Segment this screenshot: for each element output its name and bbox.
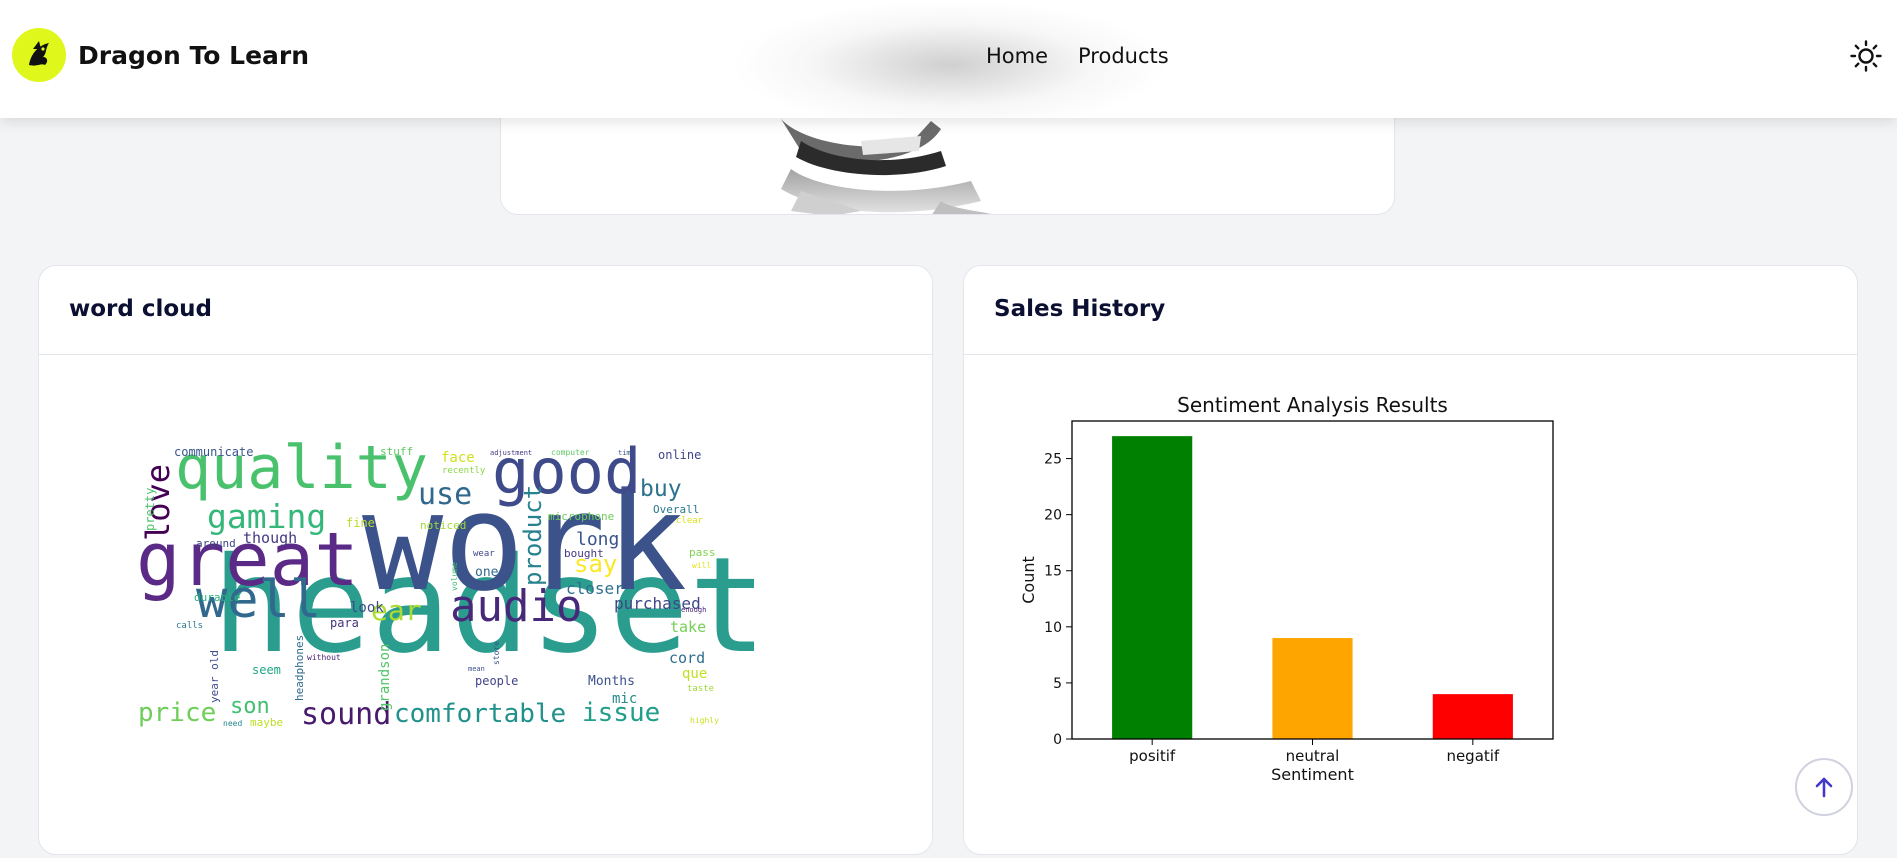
wc-word: microphone xyxy=(548,510,614,523)
arrow-up-icon xyxy=(1815,777,1833,798)
wc-word: bought xyxy=(564,547,604,560)
wc-word: headphones xyxy=(293,635,306,701)
sun-icon[interactable] xyxy=(1850,40,1882,72)
wc-word: mean xyxy=(468,665,485,673)
chart-x-axis-label: Sentiment xyxy=(1271,765,1354,784)
brand-name: Dragon To Learn xyxy=(78,40,310,70)
wc-word: stuff xyxy=(380,445,413,458)
wc-word: Months xyxy=(588,674,635,689)
site-header: Dragon To Learn Home Products xyxy=(0,0,1897,118)
wc-word: recently xyxy=(442,466,486,476)
wc-word: one xyxy=(475,565,499,580)
word-cloud-image: headset work great quality good well aud… xyxy=(136,441,754,732)
wc-word: adjustment xyxy=(490,449,532,457)
wc-word: time xyxy=(618,449,635,457)
wc-word: look xyxy=(350,600,384,616)
main-nav: Home Products xyxy=(986,44,1169,68)
wc-word: year old xyxy=(208,650,221,703)
sales-history-card: Sales History Sentiment Analysis Results… xyxy=(963,265,1858,855)
wc-word: durable xyxy=(194,591,240,604)
y-tick-label: 10 xyxy=(1044,620,1062,636)
wc-word: need xyxy=(223,719,242,728)
chart-title: Sentiment Analysis Results xyxy=(1177,393,1448,417)
wc-word: calls xyxy=(176,621,203,631)
wc-word: enough xyxy=(681,606,706,614)
wc-word: pass xyxy=(689,546,716,559)
x-tick-label: neutral xyxy=(1286,747,1340,765)
wc-word: mic xyxy=(612,691,637,707)
bar-negatif xyxy=(1432,694,1513,739)
x-tick-label: positif xyxy=(1129,747,1176,765)
wc-word: without xyxy=(307,653,341,662)
dragon-logo-icon xyxy=(12,28,66,82)
wc-word: audio xyxy=(450,581,582,632)
y-tick-label: 5 xyxy=(1053,676,1062,692)
wc-word: fine xyxy=(346,516,375,530)
wc-word: maybe xyxy=(250,716,283,729)
wc-word: para xyxy=(330,616,359,630)
wc-word: face xyxy=(441,450,475,466)
wc-word: pretty xyxy=(143,488,157,531)
wc-word: comfortable xyxy=(394,699,566,729)
wc-word: product xyxy=(519,485,547,586)
card-title: Sales History xyxy=(994,296,1166,322)
y-tick-label: 0 xyxy=(1053,732,1062,748)
wc-word: around xyxy=(196,537,236,550)
bar-positif xyxy=(1112,436,1193,739)
wc-word: noticed xyxy=(420,519,466,532)
wc-word: price xyxy=(138,698,216,728)
chart-y-axis-label: Count xyxy=(1019,556,1038,604)
card-header: Sales History xyxy=(964,266,1857,355)
wc-word: computer xyxy=(551,448,590,457)
wc-word: que xyxy=(682,666,707,682)
wc-word: communicate xyxy=(174,445,253,459)
wc-word: highly xyxy=(690,716,719,725)
scroll-to-top-button[interactable] xyxy=(1795,758,1853,816)
nav-home-link[interactable]: Home xyxy=(986,44,1048,68)
wc-word: cord xyxy=(669,649,705,667)
wc-word: will xyxy=(692,561,711,570)
word-cloud-card: word cloud headset work great quality go… xyxy=(38,265,933,855)
y-tick-label: 20 xyxy=(1044,508,1062,524)
card-title: word cloud xyxy=(69,296,213,322)
nav-products-link[interactable]: Products xyxy=(1078,44,1169,68)
card-header: word cloud xyxy=(39,266,932,355)
wc-word: online xyxy=(658,448,701,462)
wc-word: though xyxy=(243,529,297,547)
wc-word: taste xyxy=(687,684,714,694)
wc-word: buy xyxy=(640,476,682,502)
y-tick-label: 15 xyxy=(1044,564,1062,580)
wc-word: clear xyxy=(676,516,704,526)
wc-word: grandson xyxy=(377,644,393,711)
wc-word: seem xyxy=(252,663,281,677)
wc-word: take xyxy=(670,618,706,636)
wc-word: wear xyxy=(473,549,495,559)
brand-logo-link[interactable]: Dragon To Learn xyxy=(12,28,309,82)
y-tick-label: 25 xyxy=(1044,452,1062,468)
wc-word: people xyxy=(475,674,518,688)
wc-word: store xyxy=(492,641,501,665)
wc-word: Overall xyxy=(653,503,699,516)
x-tick-label: negatif xyxy=(1446,747,1499,765)
wc-word: volume xyxy=(450,562,459,591)
sentiment-bar-chart: Sentiment Analysis Results Count Sentime… xyxy=(1019,393,1554,784)
bar-neutral xyxy=(1272,638,1353,739)
wc-word: use xyxy=(418,477,472,512)
